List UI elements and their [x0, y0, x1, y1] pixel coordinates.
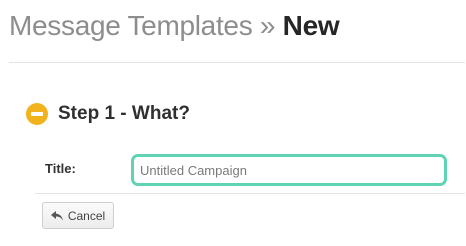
reply-arrow-icon — [50, 210, 63, 220]
minus-circle-icon[interactable] — [26, 103, 48, 125]
breadcrumb-parent[interactable]: Message Templates — [9, 10, 253, 41]
step-title: Step 1 - What? — [58, 103, 190, 124]
breadcrumb-separator: » — [259, 10, 276, 41]
breadcrumb-current: New — [282, 10, 340, 41]
title-divider — [9, 62, 465, 63]
cancel-label: Cancel — [67, 208, 106, 223]
title-label: Title: — [45, 161, 76, 176]
form-divider — [35, 193, 465, 194]
page: Message Templates » New Step 1 - What? T… — [0, 0, 466, 246]
cancel-button[interactable]: Cancel — [42, 202, 114, 229]
step-header[interactable]: Step 1 - What? — [26, 100, 190, 128]
title-input[interactable] — [131, 154, 447, 186]
page-title: Message Templates » New — [9, 6, 340, 46]
